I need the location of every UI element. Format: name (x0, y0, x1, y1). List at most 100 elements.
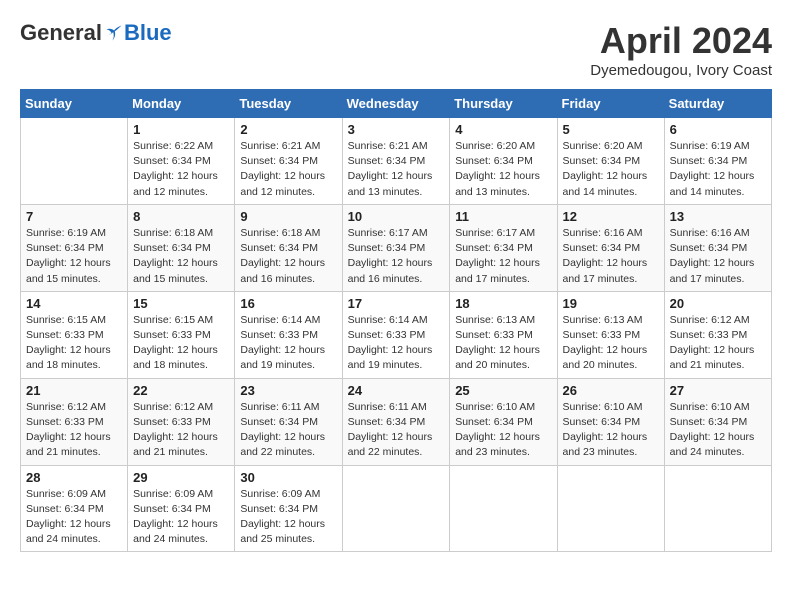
day-info: Sunrise: 6:22 AM Sunset: 6:34 PM Dayligh… (133, 139, 229, 200)
day-info: Sunrise: 6:12 AM Sunset: 6:33 PM Dayligh… (133, 400, 229, 461)
calendar-cell: 20Sunrise: 6:12 AM Sunset: 6:33 PM Dayli… (664, 291, 771, 378)
day-info: Sunrise: 6:10 AM Sunset: 6:34 PM Dayligh… (455, 400, 551, 461)
day-info: Sunrise: 6:11 AM Sunset: 6:34 PM Dayligh… (348, 400, 445, 461)
location-text: Dyemedougou, Ivory Coast (590, 62, 772, 79)
calendar-cell: 11 Sunrise: 6:17 AM Sunset: 6:34 PM Dayli… (450, 204, 557, 291)
logo-blue-text: Blue (124, 20, 172, 46)
calendar-cell (342, 465, 450, 552)
calendar-cell (557, 465, 664, 552)
day-info: Sunrise: 6:16 AM Sunset: 6:34 PM Dayligh… (563, 226, 659, 287)
day-number: 14 (26, 296, 122, 311)
calendar-week-1: 1 Sunrise: 6:22 AM Sunset: 6:34 PM Daylig… (21, 118, 772, 205)
calendar-week-4: 21Sunrise: 6:12 AM Sunset: 6:33 PM Dayli… (21, 378, 772, 465)
calendar-cell: 2 Sunrise: 6:21 AM Sunset: 6:34 PM Daylig… (235, 118, 342, 205)
day-info: Sunrise: 6:09 AM Sunset: 6:34 PM Dayligh… (26, 487, 122, 548)
calendar-week-2: 7 Sunrise: 6:19 AM Sunset: 6:34 PM Daylig… (21, 204, 772, 291)
calendar-cell (664, 465, 771, 552)
weekday-header-tuesday: Tuesday (235, 90, 342, 118)
weekday-header-sunday: Sunday (21, 90, 128, 118)
day-number: 23 (240, 383, 336, 398)
day-info: Sunrise: 6:21 AM Sunset: 6:34 PM Dayligh… (240, 139, 336, 200)
day-info: Sunrise: 6:19 AM Sunset: 6:34 PM Dayligh… (670, 139, 766, 200)
calendar-cell: 8 Sunrise: 6:18 AM Sunset: 6:34 PM Daylig… (128, 204, 235, 291)
day-info: Sunrise: 6:20 AM Sunset: 6:34 PM Dayligh… (455, 139, 551, 200)
day-info: Sunrise: 6:16 AM Sunset: 6:34 PM Dayligh… (670, 226, 766, 287)
day-info: Sunrise: 6:18 AM Sunset: 6:34 PM Dayligh… (240, 226, 336, 287)
calendar-cell: 16 Sunrise: 6:14 AM Sunset: 6:33 PM Dayli… (235, 291, 342, 378)
day-number: 2 (240, 122, 336, 137)
day-number: 24 (348, 383, 445, 398)
calendar-week-3: 14 Sunrise: 6:15 AM Sunset: 6:33 PM Dayli… (21, 291, 772, 378)
calendar-cell: 19 Sunrise: 6:13 AM Sunset: 6:33 PM Dayli… (557, 291, 664, 378)
day-number: 11 (455, 209, 551, 224)
calendar-cell: 4 Sunrise: 6:20 AM Sunset: 6:34 PM Daylig… (450, 118, 557, 205)
calendar-cell: 6 Sunrise: 6:19 AM Sunset: 6:34 PM Daylig… (664, 118, 771, 205)
day-number: 7 (26, 209, 122, 224)
day-info: Sunrise: 6:17 AM Sunset: 6:34 PM Dayligh… (348, 226, 445, 287)
calendar-cell: 22 Sunrise: 6:12 AM Sunset: 6:33 PM Dayli… (128, 378, 235, 465)
day-number: 1 (133, 122, 229, 137)
day-number: 8 (133, 209, 229, 224)
calendar-cell: 5 Sunrise: 6:20 AM Sunset: 6:34 PM Daylig… (557, 118, 664, 205)
day-info: Sunrise: 6:11 AM Sunset: 6:34 PM Dayligh… (240, 400, 336, 461)
day-info: Sunrise: 6:13 AM Sunset: 6:33 PM Dayligh… (563, 313, 659, 374)
day-number: 29 (133, 470, 229, 485)
month-title: April 2024 (590, 20, 772, 62)
calendar-cell: 17 Sunrise: 6:14 AM Sunset: 6:33 PM Dayli… (342, 291, 450, 378)
calendar-cell: 3 Sunrise: 6:21 AM Sunset: 6:34 PM Daylig… (342, 118, 450, 205)
calendar-table: SundayMondayTuesdayWednesdayThursdayFrid… (20, 89, 772, 552)
day-info: Sunrise: 6:14 AM Sunset: 6:33 PM Dayligh… (348, 313, 445, 374)
day-number: 15 (133, 296, 229, 311)
day-number: 6 (670, 122, 766, 137)
calendar-cell: 24 Sunrise: 6:11 AM Sunset: 6:34 PM Dayli… (342, 378, 450, 465)
calendar-cell: 29 Sunrise: 6:09 AM Sunset: 6:34 PM Dayli… (128, 465, 235, 552)
day-number: 13 (670, 209, 766, 224)
day-number: 30 (240, 470, 336, 485)
calendar-cell: 26Sunrise: 6:10 AM Sunset: 6:34 PM Dayli… (557, 378, 664, 465)
page-header: General Blue April 2024 Dyemedougou, Ivo… (20, 20, 772, 79)
day-info: Sunrise: 6:14 AM Sunset: 6:33 PM Dayligh… (240, 313, 336, 374)
day-number: 22 (133, 383, 229, 398)
calendar-cell: 15 Sunrise: 6:15 AM Sunset: 6:33 PM Dayli… (128, 291, 235, 378)
day-number: 17 (348, 296, 445, 311)
day-number: 16 (240, 296, 336, 311)
logo-bird-icon (104, 23, 124, 43)
day-info: Sunrise: 6:20 AM Sunset: 6:34 PM Dayligh… (563, 139, 659, 200)
calendar-cell: 7 Sunrise: 6:19 AM Sunset: 6:34 PM Daylig… (21, 204, 128, 291)
calendar-cell: 1 Sunrise: 6:22 AM Sunset: 6:34 PM Daylig… (128, 118, 235, 205)
day-info: Sunrise: 6:17 AM Sunset: 6:34 PM Dayligh… (455, 226, 551, 287)
calendar-cell: 12 Sunrise: 6:16 AM Sunset: 6:34 PM Dayli… (557, 204, 664, 291)
day-info: Sunrise: 6:18 AM Sunset: 6:34 PM Dayligh… (133, 226, 229, 287)
title-block: April 2024 Dyemedougou, Ivory Coast (590, 20, 772, 79)
day-info: Sunrise: 6:15 AM Sunset: 6:33 PM Dayligh… (133, 313, 229, 374)
day-number: 3 (348, 122, 445, 137)
calendar-cell (450, 465, 557, 552)
calendar-cell: 21Sunrise: 6:12 AM Sunset: 6:33 PM Dayli… (21, 378, 128, 465)
day-number: 5 (563, 122, 659, 137)
day-number: 19 (563, 296, 659, 311)
weekday-header-wednesday: Wednesday (342, 90, 450, 118)
calendar-cell: 28Sunrise: 6:09 AM Sunset: 6:34 PM Dayli… (21, 465, 128, 552)
day-number: 25 (455, 383, 551, 398)
day-number: 18 (455, 296, 551, 311)
day-number: 12 (563, 209, 659, 224)
calendar-header-row: SundayMondayTuesdayWednesdayThursdayFrid… (21, 90, 772, 118)
calendar-cell: 10Sunrise: 6:17 AM Sunset: 6:34 PM Dayli… (342, 204, 450, 291)
calendar-cell: 30 Sunrise: 6:09 AM Sunset: 6:34 PM Dayli… (235, 465, 342, 552)
calendar-cell: 27Sunrise: 6:10 AM Sunset: 6:34 PM Dayli… (664, 378, 771, 465)
calendar-cell: 9 Sunrise: 6:18 AM Sunset: 6:34 PM Daylig… (235, 204, 342, 291)
calendar-week-5: 28Sunrise: 6:09 AM Sunset: 6:34 PM Dayli… (21, 465, 772, 552)
weekday-header-friday: Friday (557, 90, 664, 118)
day-info: Sunrise: 6:09 AM Sunset: 6:34 PM Dayligh… (133, 487, 229, 548)
calendar-cell: 13 Sunrise: 6:16 AM Sunset: 6:34 PM Dayli… (664, 204, 771, 291)
day-info: Sunrise: 6:09 AM Sunset: 6:34 PM Dayligh… (240, 487, 336, 548)
day-number: 26 (563, 383, 659, 398)
calendar-cell: 18Sunrise: 6:13 AM Sunset: 6:33 PM Dayli… (450, 291, 557, 378)
day-number: 9 (240, 209, 336, 224)
day-number: 4 (455, 122, 551, 137)
day-info: Sunrise: 6:12 AM Sunset: 6:33 PM Dayligh… (26, 400, 122, 461)
day-info: Sunrise: 6:19 AM Sunset: 6:34 PM Dayligh… (26, 226, 122, 287)
day-info: Sunrise: 6:12 AM Sunset: 6:33 PM Dayligh… (670, 313, 766, 374)
logo-general-text: General (20, 20, 102, 46)
day-info: Sunrise: 6:21 AM Sunset: 6:34 PM Dayligh… (348, 139, 445, 200)
